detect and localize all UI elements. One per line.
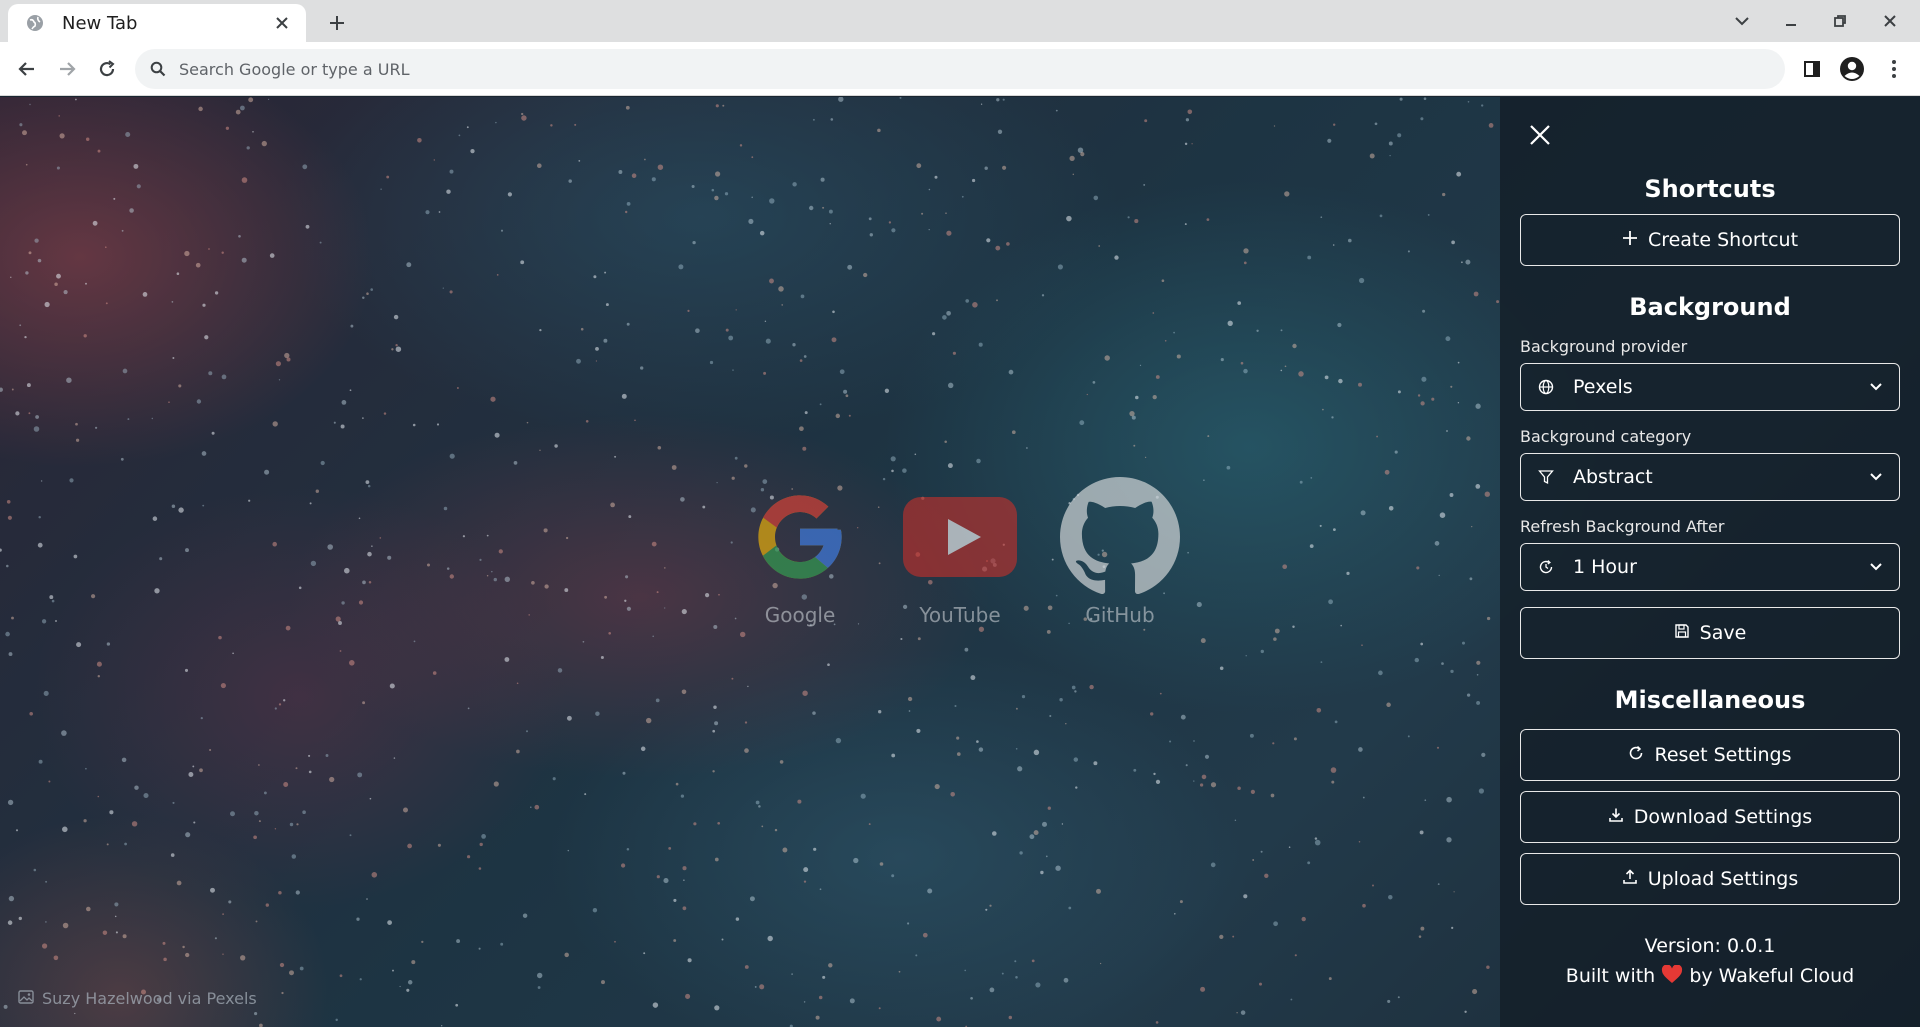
- address-bar-input[interactable]: [179, 59, 1679, 79]
- miscellaneous-heading: Miscellaneous: [1614, 686, 1806, 714]
- refresh-value: 1 Hour: [1573, 556, 1637, 578]
- chevron-down-icon: [1867, 558, 1885, 576]
- search-icon: [149, 60, 167, 78]
- back-icon[interactable]: [12, 54, 42, 84]
- browser-toolbar: [0, 42, 1920, 96]
- close-tab-icon[interactable]: [270, 11, 294, 35]
- new-tab-page: Google YouTube GitHub Suzy Hazelwood via…: [0, 97, 1920, 1027]
- background-category-select[interactable]: Abstract: [1520, 453, 1900, 501]
- shortcuts-heading: Shortcuts: [1644, 175, 1776, 203]
- globe-icon: [26, 14, 44, 32]
- upload-settings-button[interactable]: Upload Settings: [1520, 853, 1900, 905]
- create-shortcut-button[interactable]: Create Shortcut: [1520, 214, 1900, 266]
- shortcut-label: YouTube: [919, 603, 1001, 627]
- chevron-down-icon: [1867, 378, 1885, 396]
- forward-icon[interactable]: [52, 54, 82, 84]
- reload-icon[interactable]: [92, 54, 122, 84]
- browser-tab[interactable]: New Tab: [8, 4, 306, 42]
- provider-label: Background provider: [1520, 337, 1688, 356]
- upload-icon: [1622, 868, 1638, 890]
- tab-strip: New Tab: [0, 0, 1920, 42]
- google-logo-icon: [740, 477, 860, 597]
- profile-avatar-icon[interactable]: [1837, 54, 1867, 84]
- photo-credit-text: Suzy Hazelwood via Pexels: [42, 989, 257, 1008]
- download-settings-label: Download Settings: [1633, 806, 1813, 828]
- reset-settings-button[interactable]: Reset Settings: [1520, 729, 1900, 781]
- restore-icon[interactable]: [1825, 8, 1855, 34]
- shortcut-label: Google: [764, 603, 836, 627]
- heart-icon: [1661, 964, 1683, 987]
- refresh-label: Refresh Background After: [1520, 517, 1725, 536]
- youtube-logo-icon: [900, 477, 1020, 597]
- background-provider-select[interactable]: Pexels: [1520, 363, 1900, 411]
- background-heading: Background: [1629, 293, 1791, 321]
- built-with-credit[interactable]: Built with by Wakeful Cloud: [1520, 964, 1900, 987]
- omnibox[interactable]: [135, 49, 1785, 89]
- globe-icon: [1537, 378, 1555, 396]
- refresh-icon: [1628, 744, 1644, 766]
- image-icon: [18, 989, 34, 1008]
- shortcut-google[interactable]: Google: [740, 477, 860, 627]
- github-logo-icon: [1060, 477, 1180, 597]
- shortcut-youtube[interactable]: YouTube: [900, 477, 1020, 627]
- upload-settings-label: Upload Settings: [1647, 868, 1799, 890]
- side-panel-icon[interactable]: [1797, 54, 1827, 84]
- built-with-suffix: by Wakeful Cloud: [1689, 965, 1855, 987]
- download-icon: [1608, 806, 1624, 828]
- shortcut-github[interactable]: GitHub: [1060, 477, 1180, 627]
- plus-icon: [1622, 229, 1638, 251]
- version-text: Version: 0.0.1: [1644, 935, 1776, 957]
- provider-value: Pexels: [1573, 376, 1633, 398]
- shortcut-grid: Google YouTube GitHub: [740, 477, 1180, 627]
- reset-settings-label: Reset Settings: [1654, 744, 1792, 766]
- tab-search-icon[interactable]: [1727, 8, 1757, 34]
- chevron-down-icon: [1867, 468, 1885, 486]
- settings-panel: Shortcuts Create Shortcut Background Bac…: [1500, 97, 1920, 1027]
- new-tab-icon[interactable]: [322, 8, 352, 38]
- shortcut-label: GitHub: [1085, 603, 1155, 627]
- close-panel-icon[interactable]: [1522, 117, 1558, 153]
- kebab-menu-icon[interactable]: [1879, 54, 1909, 84]
- close-window-icon[interactable]: [1875, 8, 1905, 34]
- floppy-disk-icon: [1674, 622, 1690, 644]
- built-with-prefix: Built with: [1565, 965, 1656, 987]
- create-shortcut-label: Create Shortcut: [1647, 229, 1799, 251]
- tab-title: New Tab: [62, 12, 138, 34]
- download-settings-button[interactable]: Download Settings: [1520, 791, 1900, 843]
- category-label: Background category: [1520, 427, 1692, 446]
- clock-refresh-icon: [1537, 558, 1555, 576]
- minimize-icon[interactable]: [1776, 8, 1806, 34]
- photo-credit[interactable]: Suzy Hazelwood via Pexels: [18, 989, 257, 1008]
- filter-icon: [1537, 468, 1555, 486]
- refresh-interval-select[interactable]: 1 Hour: [1520, 543, 1900, 591]
- category-value: Abstract: [1573, 466, 1653, 488]
- save-label: Save: [1699, 622, 1747, 644]
- save-button[interactable]: Save: [1520, 607, 1900, 659]
